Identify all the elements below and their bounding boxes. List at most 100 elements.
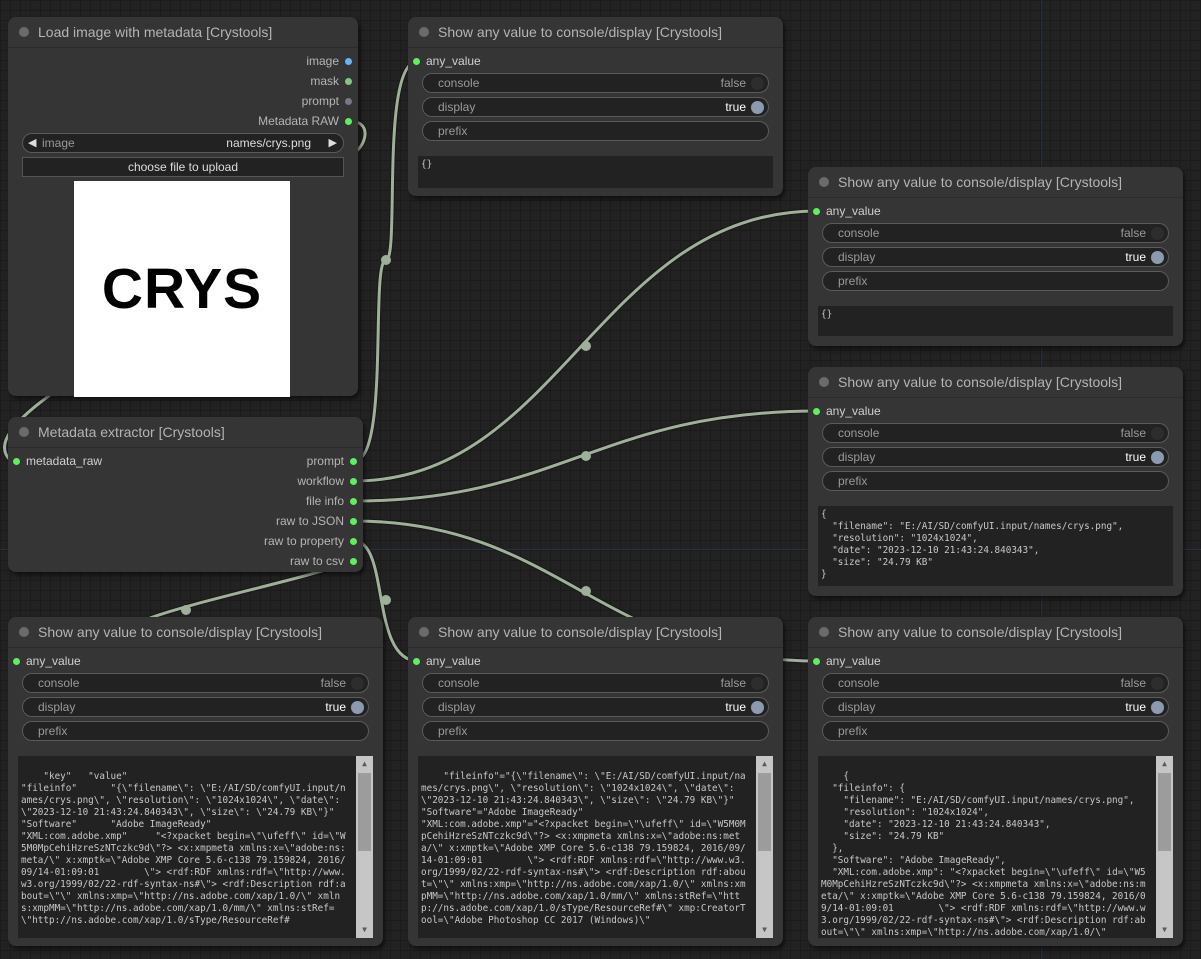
collapse-dot-icon[interactable]	[819, 177, 829, 187]
show-value-node[interactable]: Show any value to console/display [Cryst…	[808, 367, 1183, 596]
socket-icon[interactable]	[350, 478, 357, 485]
socket-icon[interactable]	[13, 658, 20, 665]
scroll-down-icon[interactable]: ▼	[1156, 922, 1173, 938]
input-any-value[interactable]: any_value	[813, 201, 881, 221]
scroll-thumb[interactable]	[358, 773, 371, 851]
socket-icon[interactable]	[13, 458, 20, 465]
socket-icon[interactable]	[813, 408, 820, 415]
toggle-knob-icon[interactable]	[351, 677, 364, 690]
socket-icon[interactable]	[413, 658, 420, 665]
scrollbar[interactable]: ▲▼	[1156, 756, 1173, 938]
prefix-input[interactable]: prefix	[422, 721, 769, 741]
prefix-input[interactable]: prefix	[822, 471, 1169, 491]
output-prompt[interactable]: prompt	[307, 451, 357, 471]
output-metadata-raw[interactable]: Metadata RAW	[258, 111, 352, 131]
output-text[interactable]: "key" "value" "fileinfo" "{\"filename\":…	[18, 756, 373, 938]
toggle-knob-icon[interactable]	[751, 101, 764, 114]
node-header[interactable]: Show any value to console/display [Cryst…	[808, 167, 1183, 198]
toggle-knob-icon[interactable]	[751, 677, 764, 690]
output-mask[interactable]: mask	[310, 71, 352, 91]
collapse-dot-icon[interactable]	[419, 27, 429, 37]
socket-icon[interactable]	[350, 538, 357, 545]
collapse-dot-icon[interactable]	[19, 427, 29, 437]
toggle-knob-icon[interactable]	[1151, 427, 1164, 440]
socket-icon[interactable]	[813, 208, 820, 215]
console-toggle[interactable]: console false	[822, 223, 1169, 243]
output-text[interactable]: { "fileinfo": { "filename": "E:/AI/SD/co…	[818, 756, 1173, 938]
prefix-input[interactable]: prefix	[422, 121, 769, 141]
show-value-node[interactable]: Show any value to console/display [Cryst…	[8, 617, 383, 946]
node-header[interactable]: Load image with metadata [Crystools]	[8, 17, 358, 48]
prefix-input[interactable]: prefix	[22, 721, 369, 741]
scrollbar[interactable]: ▲▼	[356, 756, 373, 938]
show-value-node[interactable]: Show any value to console/display [Cryst…	[808, 617, 1183, 946]
socket-icon[interactable]	[345, 98, 352, 105]
toggle-knob-icon[interactable]	[1151, 251, 1164, 264]
show-value-node[interactable]: Show any value to console/display [Cryst…	[808, 167, 1183, 346]
socket-icon[interactable]	[345, 78, 352, 85]
image-combo[interactable]: ◀ image names/crys.png ▶	[22, 133, 344, 153]
socket-icon[interactable]	[350, 458, 357, 465]
load-image-node[interactable]: Load image with metadata [Crystools] ima…	[8, 17, 358, 396]
toggle-knob-icon[interactable]	[351, 701, 364, 714]
display-toggle[interactable]: display true	[822, 247, 1169, 267]
display-toggle[interactable]: display true	[822, 697, 1169, 717]
output-text[interactable]: "fileinfo"="{\"filename\": \"E:/AI/SD/co…	[418, 756, 773, 938]
show-value-node[interactable]: Show any value to console/display [Cryst…	[408, 17, 783, 196]
console-toggle[interactable]: console false	[22, 673, 369, 693]
prefix-input[interactable]: prefix	[822, 721, 1169, 741]
display-toggle[interactable]: display true	[22, 697, 369, 717]
node-header[interactable]: Show any value to console/display [Cryst…	[808, 617, 1183, 648]
toggle-knob-icon[interactable]	[751, 701, 764, 714]
toggle-knob-icon[interactable]	[1151, 227, 1164, 240]
scroll-down-icon[interactable]: ▼	[356, 922, 373, 938]
toggle-knob-icon[interactable]	[1151, 451, 1164, 464]
arrow-left-icon[interactable]: ◀	[28, 134, 36, 152]
console-toggle[interactable]: console false	[422, 673, 769, 693]
output-file-info[interactable]: file info	[306, 491, 357, 511]
socket-icon[interactable]	[350, 518, 357, 525]
console-toggle[interactable]: console false	[822, 423, 1169, 443]
input-any-value[interactable]: any_value	[413, 51, 481, 71]
node-header[interactable]: Show any value to console/display [Cryst…	[408, 617, 783, 648]
toggle-knob-icon[interactable]	[751, 77, 764, 90]
output-workflow[interactable]: workflow	[297, 471, 357, 491]
socket-icon[interactable]	[813, 658, 820, 665]
scroll-up-icon[interactable]: ▲	[356, 756, 373, 772]
input-any-value[interactable]: any_value	[413, 651, 481, 671]
show-value-node[interactable]: Show any value to console/display [Cryst…	[408, 617, 783, 946]
output-raw-to-property[interactable]: raw to property	[264, 531, 357, 551]
scroll-up-icon[interactable]: ▲	[756, 756, 773, 772]
node-header[interactable]: Show any value to console/display [Cryst…	[408, 17, 783, 48]
input-any-value[interactable]: any_value	[813, 401, 881, 421]
upload-button[interactable]: choose file to upload	[22, 157, 344, 177]
prefix-input[interactable]: prefix	[822, 271, 1169, 291]
scroll-thumb[interactable]	[758, 773, 771, 851]
node-header[interactable]: Show any value to console/display [Cryst…	[8, 617, 383, 648]
scroll-thumb[interactable]	[1158, 773, 1171, 851]
console-toggle[interactable]: console false	[422, 73, 769, 93]
socket-icon[interactable]	[350, 558, 357, 565]
metadata-extractor-node[interactable]: Metadata extractor [Crystools] metadata_…	[8, 417, 363, 572]
display-toggle[interactable]: display true	[422, 97, 769, 117]
display-toggle[interactable]: display true	[822, 447, 1169, 467]
output-prompt[interactable]: prompt	[302, 91, 352, 111]
collapse-dot-icon[interactable]	[419, 627, 429, 637]
socket-icon[interactable]	[413, 58, 420, 65]
output-image[interactable]: image	[306, 51, 352, 71]
input-metadata-raw[interactable]: metadata_raw	[13, 451, 102, 471]
toggle-knob-icon[interactable]	[1151, 701, 1164, 714]
display-toggle[interactable]: display true	[422, 697, 769, 717]
socket-icon[interactable]	[350, 498, 357, 505]
collapse-dot-icon[interactable]	[819, 377, 829, 387]
input-any-value[interactable]: any_value	[13, 651, 81, 671]
collapse-dot-icon[interactable]	[19, 27, 29, 37]
socket-icon[interactable]	[345, 118, 352, 125]
output-raw-to-csv[interactable]: raw to csv	[290, 551, 357, 571]
node-header[interactable]: Show any value to console/display [Cryst…	[808, 367, 1183, 398]
arrow-right-icon[interactable]: ▶	[329, 134, 337, 152]
scrollbar[interactable]: ▲▼	[756, 756, 773, 938]
node-header[interactable]: Metadata extractor [Crystools]	[8, 417, 363, 448]
output-raw-to-json[interactable]: raw to JSON	[276, 511, 357, 531]
scroll-down-icon[interactable]: ▼	[756, 922, 773, 938]
